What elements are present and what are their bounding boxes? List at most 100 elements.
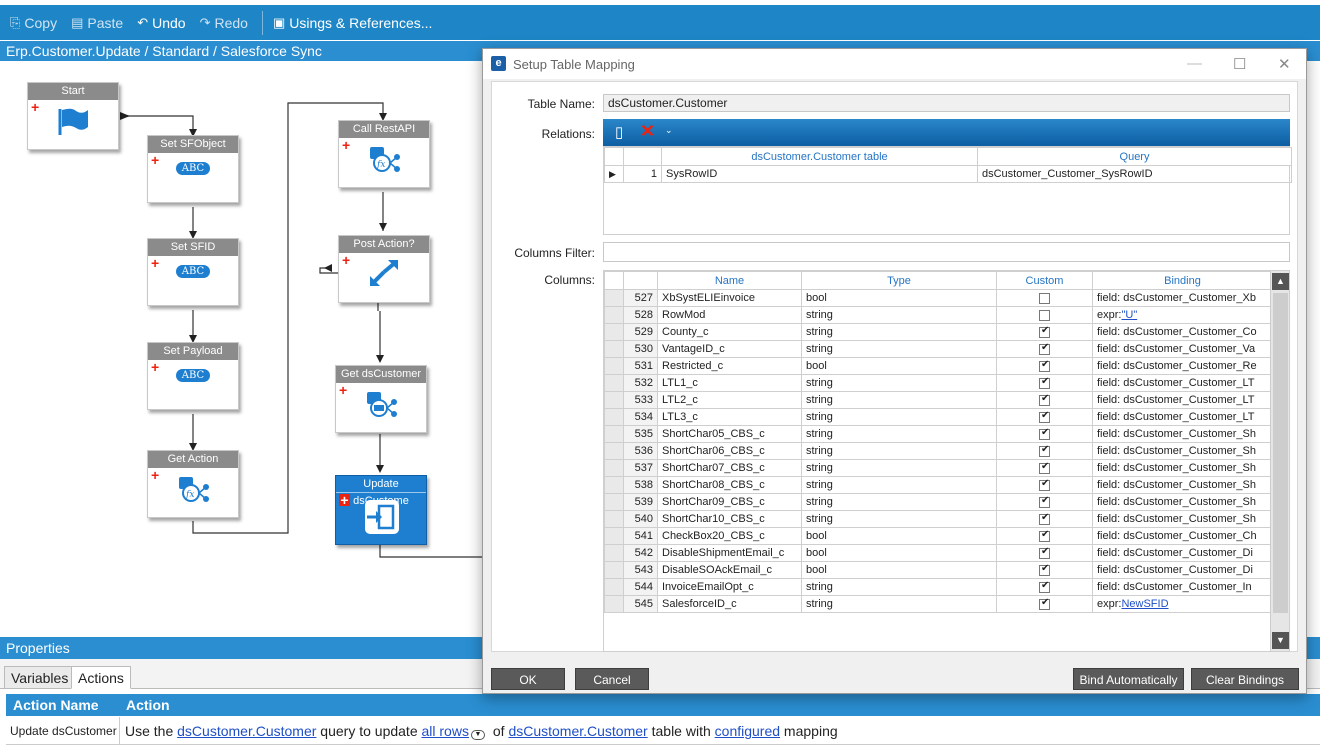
paste-button[interactable]: ▤ Paste	[71, 15, 123, 31]
column-name-cell[interactable]: ShortChar09_CBS_c	[657, 493, 802, 511]
binding-cell[interactable]: field: dsCustomer_Customer_Sh	[1092, 425, 1273, 443]
column-name-cell[interactable]: ShortChar06_CBS_c	[657, 442, 802, 460]
binding-cell[interactable]: field: dsCustomer_Customer_Di	[1092, 561, 1273, 579]
undo-button[interactable]: ↶ Undo	[137, 15, 185, 31]
table-row[interactable]: Update dsCustomer Use the dsCustomer.Cus…	[6, 717, 1320, 745]
table-row[interactable]: 532LTL1_cstring field: dsCustomer_Custome…	[604, 374, 1273, 392]
column-type-cell[interactable]: string	[801, 391, 997, 409]
node-start[interactable]: Start +	[27, 82, 119, 150]
chevron-down-icon[interactable]: ▼	[470, 730, 485, 740]
column-type-cell[interactable]: bool	[801, 527, 997, 545]
custom-checkbox[interactable]	[1039, 393, 1050, 406]
column-custom[interactable]: Custom	[996, 271, 1093, 290]
custom-checkbox[interactable]	[1039, 292, 1050, 304]
column-type-cell[interactable]: string	[801, 323, 997, 341]
custom-checkbox[interactable]	[1039, 359, 1050, 372]
columns-grid[interactable]: Name Type Custom Binding 527 XbSystELIEin…	[603, 270, 1290, 652]
binding-cell[interactable]: field: dsCustomer_Customer_LT	[1092, 391, 1273, 409]
all-rows-link[interactable]: all rows	[422, 723, 469, 739]
column-type-cell[interactable]: string	[801, 493, 997, 511]
node-set-payload[interactable]: Set Payload + ABC	[147, 342, 239, 410]
binding-cell[interactable]: field: dsCustomer_Customer_Va	[1092, 340, 1273, 358]
table-row[interactable]: 534LTL3_cstring field: dsCustomer_Custome…	[604, 408, 1273, 426]
scroll-down-icon[interactable]: ▼	[1272, 632, 1289, 649]
binding-cell[interactable]: field: dsCustomer_Customer_Sh	[1092, 476, 1273, 494]
table-row[interactable]: 540ShortChar10_CBS_cstring field: dsCusto…	[604, 510, 1273, 528]
close-icon[interactable]: ✕	[1278, 55, 1291, 73]
binding-cell[interactable]: field: dsCustomer_Customer_LT	[1092, 374, 1273, 392]
cancel-button[interactable]: Cancel	[575, 668, 649, 690]
custom-checkbox[interactable]	[1039, 478, 1050, 491]
column-name-cell[interactable]: RowMod	[657, 306, 802, 324]
binding-cell[interactable]: field: dsCustomer_Customer_Ch	[1092, 527, 1273, 545]
binding-cell[interactable]: field: dsCustomer_Customer_Re	[1092, 357, 1273, 375]
custom-checkbox[interactable]	[1039, 563, 1050, 576]
maximize-icon[interactable]: ☐	[1233, 55, 1246, 73]
table-link[interactable]: dsCustomer.Customer	[508, 723, 647, 739]
binding-cell[interactable]: field: dsCustomer_Customer_Sh	[1092, 510, 1273, 528]
binding-cell[interactable]: field: dsCustomer_Customer_Sh	[1092, 442, 1273, 460]
binding-cell[interactable]: field: dsCustomer_Customer_Xb	[1092, 289, 1273, 307]
column-binding[interactable]: Binding	[1092, 271, 1273, 290]
table-row[interactable]: 531Restricted_cbool field: dsCustomer_Cus…	[604, 357, 1273, 375]
columns-filter-input[interactable]	[603, 242, 1290, 262]
custom-checkbox[interactable]	[1039, 410, 1050, 423]
table-row[interactable]: 530VantageID_cstring field: dsCustomer_Cu…	[604, 340, 1273, 358]
table-row[interactable]: 533LTL2_cstring field: dsCustomer_Custome…	[604, 391, 1273, 409]
column-name-cell[interactable]: CheckBox20_CBS_c	[657, 527, 802, 545]
column-name-cell[interactable]: ShortChar07_CBS_c	[657, 459, 802, 477]
scroll-up-icon[interactable]: ▲	[1272, 273, 1289, 290]
binding-cell[interactable]: field: dsCustomer_Customer_Sh	[1092, 459, 1273, 477]
relations-grid[interactable]: dsCustomer.Customer table Query ▶ 1 SysRo…	[603, 146, 1292, 235]
binding-cell[interactable]: field: dsCustomer_Customer_Di	[1092, 544, 1273, 562]
column-type-cell[interactable]: string	[801, 425, 997, 443]
table-row[interactable]: 541CheckBox20_CBS_cbool field: dsCustomer…	[604, 527, 1273, 545]
custom-checkbox[interactable]	[1039, 461, 1050, 474]
custom-checkbox[interactable]	[1039, 427, 1050, 440]
table-row[interactable]: 545SalesforceID_cstring expr:NewSFID	[604, 595, 1273, 613]
column-type-cell[interactable]: bool	[801, 289, 997, 307]
column-name-cell[interactable]: DisableShipmentEmail_c	[657, 544, 802, 562]
query-link[interactable]: dsCustomer.Customer	[177, 723, 316, 739]
table-name-field[interactable]: dsCustomer.Customer	[603, 94, 1290, 112]
table-row[interactable]: 527 XbSystELIEinvoice bool field: dsCustome…	[604, 289, 1273, 307]
node-call-restapi[interactable]: Call RestAPI + fx	[338, 120, 430, 188]
binding-cell[interactable]: expr:NewSFID	[1092, 595, 1273, 613]
column-type-cell[interactable]: string	[801, 578, 997, 596]
binding-cell[interactable]: expr:"U"	[1092, 306, 1273, 324]
node-get-action[interactable]: Get Action + fx	[147, 450, 239, 518]
column-type-cell[interactable]: bool	[801, 357, 997, 375]
custom-checkbox[interactable]	[1039, 546, 1050, 559]
column-name-cell[interactable]: LTL1_c	[657, 374, 802, 392]
custom-checkbox[interactable]	[1039, 444, 1050, 457]
relations-col-query[interactable]: Query	[977, 147, 1292, 166]
column-type-cell[interactable]: string	[801, 306, 997, 324]
column-type-cell[interactable]: string	[801, 476, 997, 494]
node-post-action[interactable]: Post Action? +	[338, 235, 430, 303]
column-type-cell[interactable]: string	[801, 510, 997, 528]
relations-col-table[interactable]: dsCustomer.Customer table	[661, 147, 978, 166]
node-update-dscustomer[interactable]: Update dsCustome +	[335, 475, 427, 545]
mapping-link[interactable]: configured	[715, 723, 780, 739]
binding-cell[interactable]: field: dsCustomer_Customer_Co	[1092, 323, 1273, 341]
custom-checkbox[interactable]	[1039, 597, 1050, 610]
node-set-sfid[interactable]: Set SFID + ABC	[147, 238, 239, 306]
new-icon[interactable]: ▯	[615, 123, 623, 141]
column-type-cell[interactable]: string	[801, 340, 997, 358]
custom-checkbox[interactable]	[1039, 495, 1050, 508]
column-name-cell[interactable]: DisableSOAckEmail_c	[657, 561, 802, 579]
delete-icon[interactable]: ✕	[640, 121, 655, 142]
column-name-cell[interactable]: LTL3_c	[657, 408, 802, 426]
table-row[interactable]: 538ShortChar08_CBS_cstring field: dsCusto…	[604, 476, 1273, 494]
binding-cell[interactable]: field: dsCustomer_Customer_In	[1092, 578, 1273, 596]
binding-cell[interactable]: field: dsCustomer_Customer_LT	[1092, 408, 1273, 426]
column-name-cell[interactable]: Restricted_c	[657, 357, 802, 375]
usings-references-button[interactable]: ▣ Usings & References...	[273, 15, 432, 31]
custom-checkbox[interactable]	[1039, 376, 1050, 389]
table-row[interactable]: 543DisableSOAckEmail_cbool field: dsCusto…	[604, 561, 1273, 579]
chevron-down-icon[interactable]: ⌄	[665, 125, 673, 136]
column-name-cell[interactable]: County_c	[657, 323, 802, 341]
tab-actions[interactable]: Actions	[71, 666, 131, 689]
column-name-cell[interactable]: SalesforceID_c	[657, 595, 802, 613]
column-name-cell[interactable]: ShortChar08_CBS_c	[657, 476, 802, 494]
